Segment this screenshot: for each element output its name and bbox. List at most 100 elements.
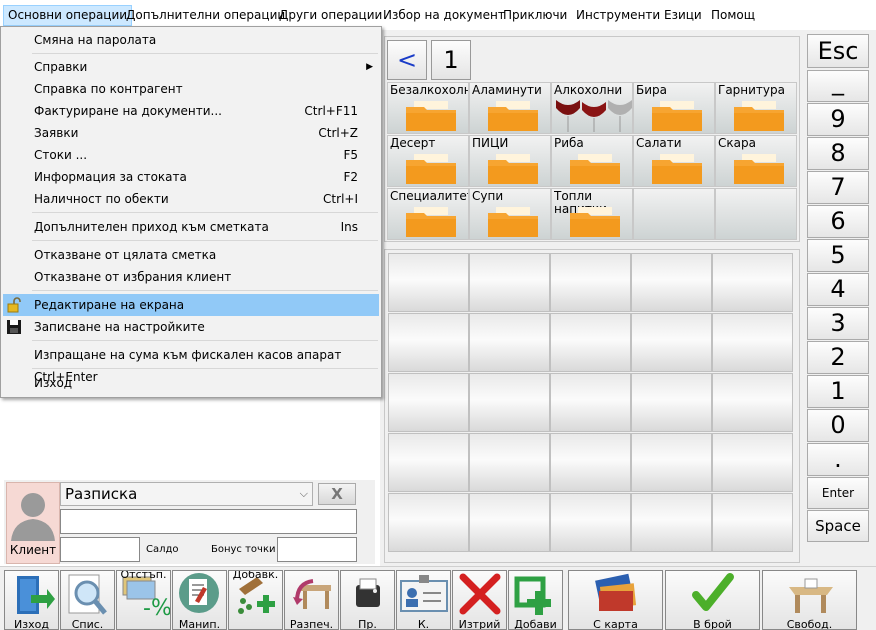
- client-name-field[interactable]: [60, 509, 357, 534]
- menu-additional-operations[interactable]: Допълнителни операции: [122, 6, 289, 25]
- menu-languages[interactable]: Езици: [660, 6, 706, 25]
- menu-help[interactable]: Помощ: [707, 6, 759, 25]
- key-7[interactable]: 7: [807, 171, 869, 204]
- list-button[interactable]: Спис.: [60, 570, 115, 630]
- category-beer[interactable]: Бира: [633, 82, 715, 134]
- clear-client-button[interactable]: X: [318, 483, 356, 505]
- delete-button[interactable]: Изтрий: [452, 570, 507, 630]
- menu-document-choice[interactable]: Избор на документ: [379, 6, 509, 25]
- key-2[interactable]: 2: [807, 341, 869, 374]
- product-button[interactable]: [712, 253, 793, 312]
- menu-basic-operations[interactable]: Основни операции: [3, 5, 133, 26]
- discount-button[interactable]: -% Отстъп.: [116, 570, 171, 630]
- category-a-la-minute[interactable]: Аламинути: [469, 82, 551, 134]
- product-button[interactable]: [712, 433, 793, 492]
- key-enter[interactable]: Enter: [807, 477, 869, 509]
- category-fish[interactable]: Риба: [551, 135, 633, 187]
- product-button[interactable]: [631, 253, 712, 312]
- key-1[interactable]: 1: [807, 375, 869, 408]
- product-button[interactable]: [712, 313, 793, 372]
- menu-item-exit[interactable]: Изход: [3, 372, 379, 394]
- category-salads[interactable]: Салати: [633, 135, 715, 187]
- menu-item-goods-info[interactable]: Информация за стоката F2: [3, 166, 379, 188]
- key-dot[interactable]: .: [807, 443, 869, 476]
- key-3[interactable]: 3: [807, 307, 869, 340]
- print-order-button[interactable]: Разпеч.: [284, 570, 339, 630]
- category-soups[interactable]: Супи: [469, 188, 551, 240]
- product-button[interactable]: [388, 493, 469, 552]
- category-soft-drinks[interactable]: Безалкохолни: [387, 82, 469, 134]
- product-button[interactable]: [388, 253, 469, 312]
- menu-item-send-to-fiscal[interactable]: Изпращане на сума към фискален касов апа…: [3, 344, 379, 384]
- category-empty[interactable]: [633, 188, 715, 240]
- menu-item-requests[interactable]: Заявки Ctrl+Z: [3, 122, 379, 144]
- product-button[interactable]: [712, 373, 793, 432]
- product-button[interactable]: [469, 373, 550, 432]
- product-button[interactable]: [388, 433, 469, 492]
- menu-item-save-settings[interactable]: Записване на настройките: [3, 316, 379, 338]
- key-4[interactable]: 4: [807, 273, 869, 306]
- category-specialties[interactable]: Специалитети: [387, 188, 469, 240]
- addon-button[interactable]: Добавк.: [228, 570, 283, 630]
- product-button[interactable]: [631, 493, 712, 552]
- category-dessert[interactable]: Десерт: [387, 135, 469, 187]
- add-button[interactable]: Добави: [508, 570, 563, 630]
- bonus-field[interactable]: [277, 537, 357, 562]
- category-pizza[interactable]: ПИЦИ: [469, 135, 551, 187]
- product-button[interactable]: [388, 373, 469, 432]
- manipulation-button[interactable]: Манип.: [172, 570, 227, 630]
- menu-item-cancel-client[interactable]: Отказване от избрания клиент: [3, 266, 379, 288]
- category-alcoholic[interactable]: Алкохолни: [551, 82, 633, 134]
- menu-item-reports[interactable]: Справки ▶: [3, 56, 379, 78]
- document-type-select[interactable]: Разписка ⌵: [60, 482, 313, 506]
- key-5[interactable]: 5: [807, 239, 869, 272]
- product-button[interactable]: [631, 433, 712, 492]
- saldo-field[interactable]: [60, 537, 140, 562]
- category-grill[interactable]: Скара: [715, 135, 797, 187]
- product-button[interactable]: [631, 313, 712, 372]
- product-button[interactable]: [550, 373, 631, 432]
- key-minus[interactable]: _: [807, 70, 869, 102]
- key-6[interactable]: 6: [807, 205, 869, 238]
- key-9[interactable]: 9: [807, 103, 869, 136]
- category-hot-drinks[interactable]: Топли напитки: [551, 188, 633, 240]
- menu-tools[interactable]: Инструменти: [572, 6, 664, 25]
- page-number-button[interactable]: 1: [431, 40, 471, 80]
- product-button[interactable]: [469, 253, 550, 312]
- card-button[interactable]: К.: [396, 570, 451, 630]
- receipt-print-button[interactable]: Пр.: [340, 570, 395, 630]
- exit-button[interactable]: Изход: [4, 570, 59, 630]
- key-8[interactable]: 8: [807, 137, 869, 170]
- product-button[interactable]: [550, 313, 631, 372]
- key-space[interactable]: Space: [807, 510, 869, 542]
- product-button[interactable]: [469, 493, 550, 552]
- menu-item-stock-by-site[interactable]: Наличност по обекти Ctrl+I: [3, 188, 379, 210]
- key-esc[interactable]: Esc: [807, 34, 869, 68]
- menu-item-change-password[interactable]: Смяна на паролата: [3, 29, 379, 51]
- free-table-button[interactable]: Свобод.: [762, 570, 857, 630]
- product-button[interactable]: [550, 493, 631, 552]
- menu-item-invoicing[interactable]: Фактуриране на документи... Ctrl+F11: [3, 100, 379, 122]
- product-button[interactable]: [469, 433, 550, 492]
- pay-cash-button[interactable]: В брой: [665, 570, 760, 630]
- menu-item-goods[interactable]: Стоки ... F5: [3, 144, 379, 166]
- product-button[interactable]: [388, 313, 469, 372]
- product-button[interactable]: [631, 373, 712, 432]
- menu-item-contractor-report[interactable]: Справка по контрагент: [3, 78, 379, 100]
- product-button[interactable]: [550, 433, 631, 492]
- menu-finish[interactable]: Приключи: [499, 6, 571, 25]
- category-garnish[interactable]: Гарнитура: [715, 82, 797, 134]
- menu-other-operations[interactable]: Други операции: [275, 6, 386, 25]
- back-button[interactable]: <: [387, 40, 427, 80]
- product-button[interactable]: [712, 493, 793, 552]
- menu-item-cancel-bill[interactable]: Отказване от цялата сметка: [3, 244, 379, 266]
- product-button[interactable]: [550, 253, 631, 312]
- menu-item-extra-income[interactable]: Допълнителен приход към сметката Ins: [3, 216, 379, 238]
- product-button[interactable]: [469, 313, 550, 372]
- printer-icon: [356, 578, 380, 607]
- menu-item-edit-screen[interactable]: Редактиране на екрана: [3, 294, 379, 316]
- key-0[interactable]: 0: [807, 409, 869, 442]
- pay-by-card-button[interactable]: С карта: [568, 570, 663, 630]
- category-empty[interactable]: [715, 188, 797, 240]
- client-avatar[interactable]: Клиент: [6, 482, 60, 564]
